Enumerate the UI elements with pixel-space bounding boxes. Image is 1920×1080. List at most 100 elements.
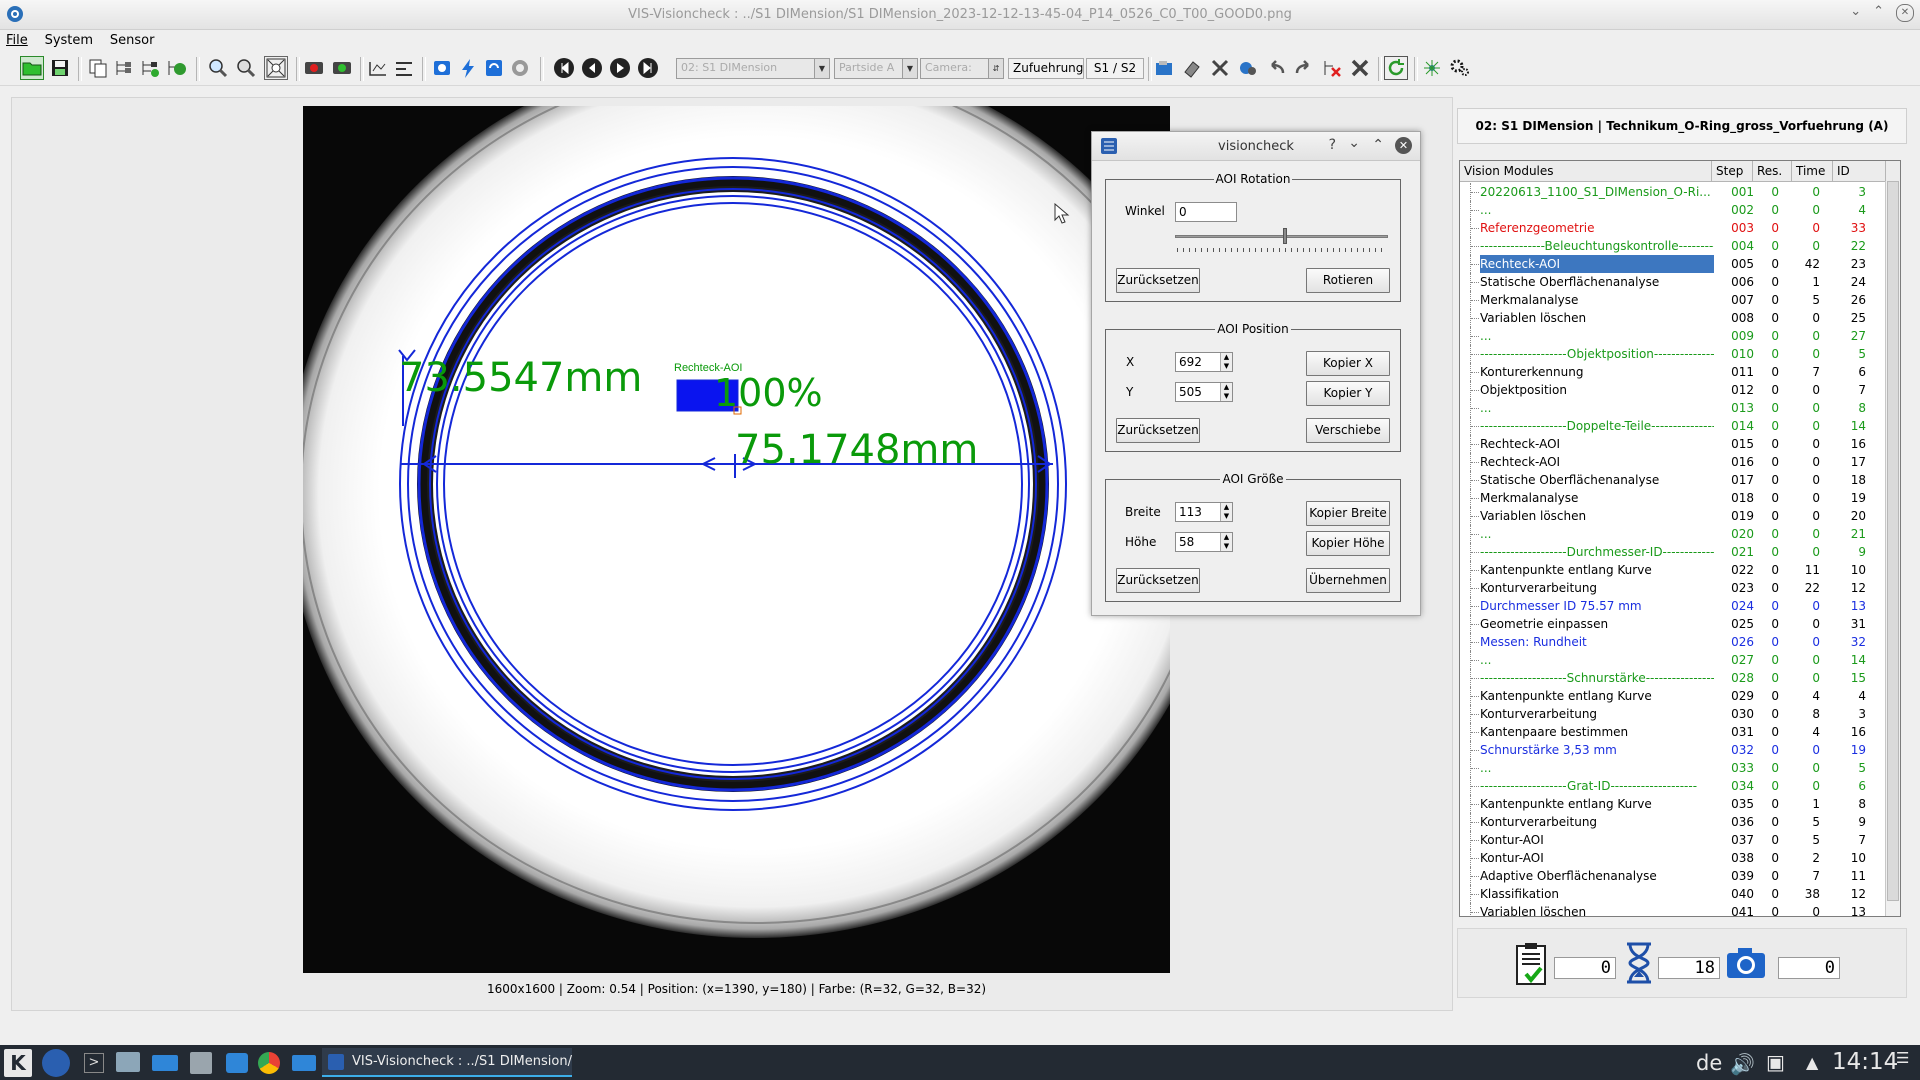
tools-button[interactable]	[1208, 56, 1232, 80]
table-row[interactable]: ... 002 0 0 4	[1460, 201, 1884, 219]
vision-modules-table[interactable]: Vision Modules Step Res. Time ID 2022061…	[1459, 160, 1901, 917]
table-row[interactable]: Merkmalanalyse 007 0 5 26	[1460, 291, 1884, 309]
table-row[interactable]: Statische Oberflächenanalyse 017 0 0 18	[1460, 471, 1884, 489]
table-row[interactable]: Konturverarbeitung 030 0 8 3	[1460, 705, 1884, 723]
target-button[interactable]	[508, 56, 532, 80]
table-row[interactable]: Objektposition 012 0 0 7	[1460, 381, 1884, 399]
table-row[interactable]: Kantenpaare bestimmen 031 0 4 16	[1460, 723, 1884, 741]
table-row[interactable]: Konturverarbeitung 023 0 22 12	[1460, 579, 1884, 597]
ruler-button[interactable]	[366, 56, 390, 80]
table-row[interactable]: Merkmalanalyse 018 0 0 19	[1460, 489, 1884, 507]
rotate-button[interactable]: Rotieren	[1306, 268, 1390, 293]
tree-button[interactable]	[112, 56, 136, 80]
desktop-peek-icon[interactable]: ☰	[1896, 1049, 1909, 1067]
table-row[interactable]: Variablen löschen 008 0 0 25	[1460, 309, 1884, 327]
play-button[interactable]	[608, 56, 632, 80]
table-row[interactable]: ... 009 0 0 27	[1460, 327, 1884, 345]
dialog-titlebar[interactable]: visioncheck ? ⌄ ⌃ ✕	[1092, 132, 1420, 161]
minimize-icon[interactable]: ⌄	[1348, 135, 1360, 151]
table-row[interactable]: Kantenpunkte entlang Kurve 022 0 11 10	[1460, 561, 1884, 579]
spin-arrows-icon[interactable]: ▲ ▼	[1220, 383, 1232, 401]
maximize-icon[interactable]: ⌃	[1372, 137, 1384, 153]
camera-settings-button[interactable]	[430, 56, 454, 80]
zoom-out-button[interactable]	[234, 56, 258, 80]
table-row[interactable]: ... 033 0 0 5	[1460, 759, 1884, 777]
copy-width-button[interactable]: Kopier Breite	[1306, 501, 1390, 526]
terminal-icon[interactable]: >	[84, 1053, 104, 1073]
minimize-icon[interactable]: ⌄	[1850, 4, 1861, 22]
partside-combo[interactable]: Partside A ▼	[834, 58, 918, 79]
table-row[interactable]: Rechteck-AOI 015 0 0 16	[1460, 435, 1884, 453]
cycle-button[interactable]	[482, 56, 506, 80]
visioncheck-launcher-icon[interactable]	[42, 1049, 70, 1077]
browser-icon[interactable]	[258, 1052, 280, 1074]
volume-icon[interactable]: 🔊	[1730, 1052, 1755, 1076]
rotation-reset-button[interactable]: Zurücksetzen	[1116, 268, 1200, 293]
delete-button[interactable]	[1348, 56, 1372, 80]
table-row[interactable]: Variablen löschen 041 0 0 13	[1460, 903, 1884, 916]
mail-icon[interactable]	[152, 1055, 178, 1071]
close-icon[interactable]: ✕	[1896, 4, 1914, 22]
align-button[interactable]	[392, 56, 416, 80]
zoom-fit-button[interactable]	[264, 56, 288, 80]
eraser-button[interactable]	[1180, 56, 1204, 80]
table-row[interactable]: Schnurstärke 3,53 mm 032 0 0 19	[1460, 741, 1884, 759]
step-forward-button[interactable]	[636, 56, 660, 80]
display-icon[interactable]	[116, 1052, 140, 1072]
save-button[interactable]	[48, 56, 72, 80]
open-folder-button[interactable]	[20, 56, 44, 80]
angle-slider[interactable]	[1175, 235, 1388, 238]
table-row[interactable]: Adaptive Oberflächenanalyse 039 0 7 11	[1460, 867, 1884, 885]
image-canvas[interactable]: Rechteck-AOI 100% 73.5547mm 75.1748mm	[303, 106, 1170, 973]
table-scrollbar[interactable]	[1885, 181, 1900, 916]
column-header-res[interactable]: Res.	[1753, 161, 1792, 181]
trigger-button[interactable]	[456, 56, 480, 80]
mail-client-icon[interactable]	[292, 1055, 316, 1071]
step-back-button[interactable]	[580, 56, 604, 80]
settings-adv-button[interactable]	[1236, 56, 1260, 80]
taskbar-task-visioncheck[interactable]: VIS-Visioncheck : ../S1 DIMension/S	[322, 1048, 572, 1077]
table-row[interactable]: Kontur-AOI 038 0 2 10	[1460, 849, 1884, 867]
x-input[interactable]: 692 ▲ ▼	[1175, 352, 1233, 372]
table-row[interactable]: ... 027 0 0 14	[1460, 651, 1884, 669]
scrollbar-thumb[interactable]	[1887, 181, 1899, 901]
column-header-modules[interactable]: Vision Modules	[1460, 161, 1712, 181]
sequence-combo[interactable]: 02: S1 DIMension ▼	[676, 58, 830, 79]
column-header-time[interactable]: Time	[1792, 161, 1833, 181]
table-row[interactable]: --------------------Grat-ID-------------…	[1460, 777, 1884, 795]
table-row[interactable]: ... 013 0 0 8	[1460, 399, 1884, 417]
copy-height-button[interactable]: Kopier Höhe	[1306, 531, 1390, 556]
table-row[interactable]: ---------------Beleuchtungskontrolle----…	[1460, 237, 1884, 255]
table-row[interactable]: Referenzgeometrie 003 0 0 33	[1460, 219, 1884, 237]
table-row[interactable]: Geometrie einpassen 025 0 0 31	[1460, 615, 1884, 633]
height-input[interactable]: 58 ▲ ▼	[1175, 532, 1233, 552]
angle-input[interactable]: 0	[1175, 202, 1237, 222]
table-row[interactable]: Konturverarbeitung 036 0 5 9	[1460, 813, 1884, 831]
table-row[interactable]: --------------------Objektposition------…	[1460, 345, 1884, 363]
menu-system[interactable]: System	[39, 30, 100, 48]
menu-sensor[interactable]: Sensor	[104, 30, 162, 48]
table-row[interactable]: --------------------Doppelte-Teile------…	[1460, 417, 1884, 435]
y-input[interactable]: 505 ▲ ▼	[1175, 382, 1233, 402]
table-row[interactable]: --------------------Schnurstärke--------…	[1460, 669, 1884, 687]
close-icon[interactable]: ✕	[1395, 137, 1412, 154]
maximize-icon[interactable]: ⌃	[1873, 4, 1884, 22]
copy-y-button[interactable]: Kopier Y	[1306, 381, 1390, 406]
feed-button[interactable]: Zufuehrung	[1008, 58, 1084, 79]
width-input[interactable]: 113 ▲ ▼	[1175, 502, 1233, 522]
calculator-icon[interactable]	[190, 1052, 212, 1074]
keyboard-layout[interactable]: de	[1696, 1051, 1722, 1075]
image-folder-button[interactable]	[1152, 56, 1176, 80]
table-row[interactable]: Kontur-AOI 037 0 5 7	[1460, 831, 1884, 849]
app-launcher-icon[interactable]: K	[4, 1049, 32, 1077]
table-row[interactable]: Klassifikation 040 0 38 12	[1460, 885, 1884, 903]
tray-expand-icon[interactable]: ▲	[1806, 1053, 1818, 1072]
live-button[interactable]	[330, 56, 354, 80]
move-button[interactable]: Verschiebe	[1306, 418, 1390, 443]
spin-arrows-icon[interactable]: ▲ ▼	[1220, 503, 1232, 521]
network-button[interactable]	[1420, 56, 1444, 80]
copy-x-button[interactable]: Kopier X	[1306, 351, 1390, 376]
clock[interactable]: 14:14	[1832, 1049, 1898, 1075]
spin-arrows-icon[interactable]: ▲ ▼	[1220, 533, 1232, 551]
network-icon[interactable]: ▣	[1766, 1050, 1785, 1074]
